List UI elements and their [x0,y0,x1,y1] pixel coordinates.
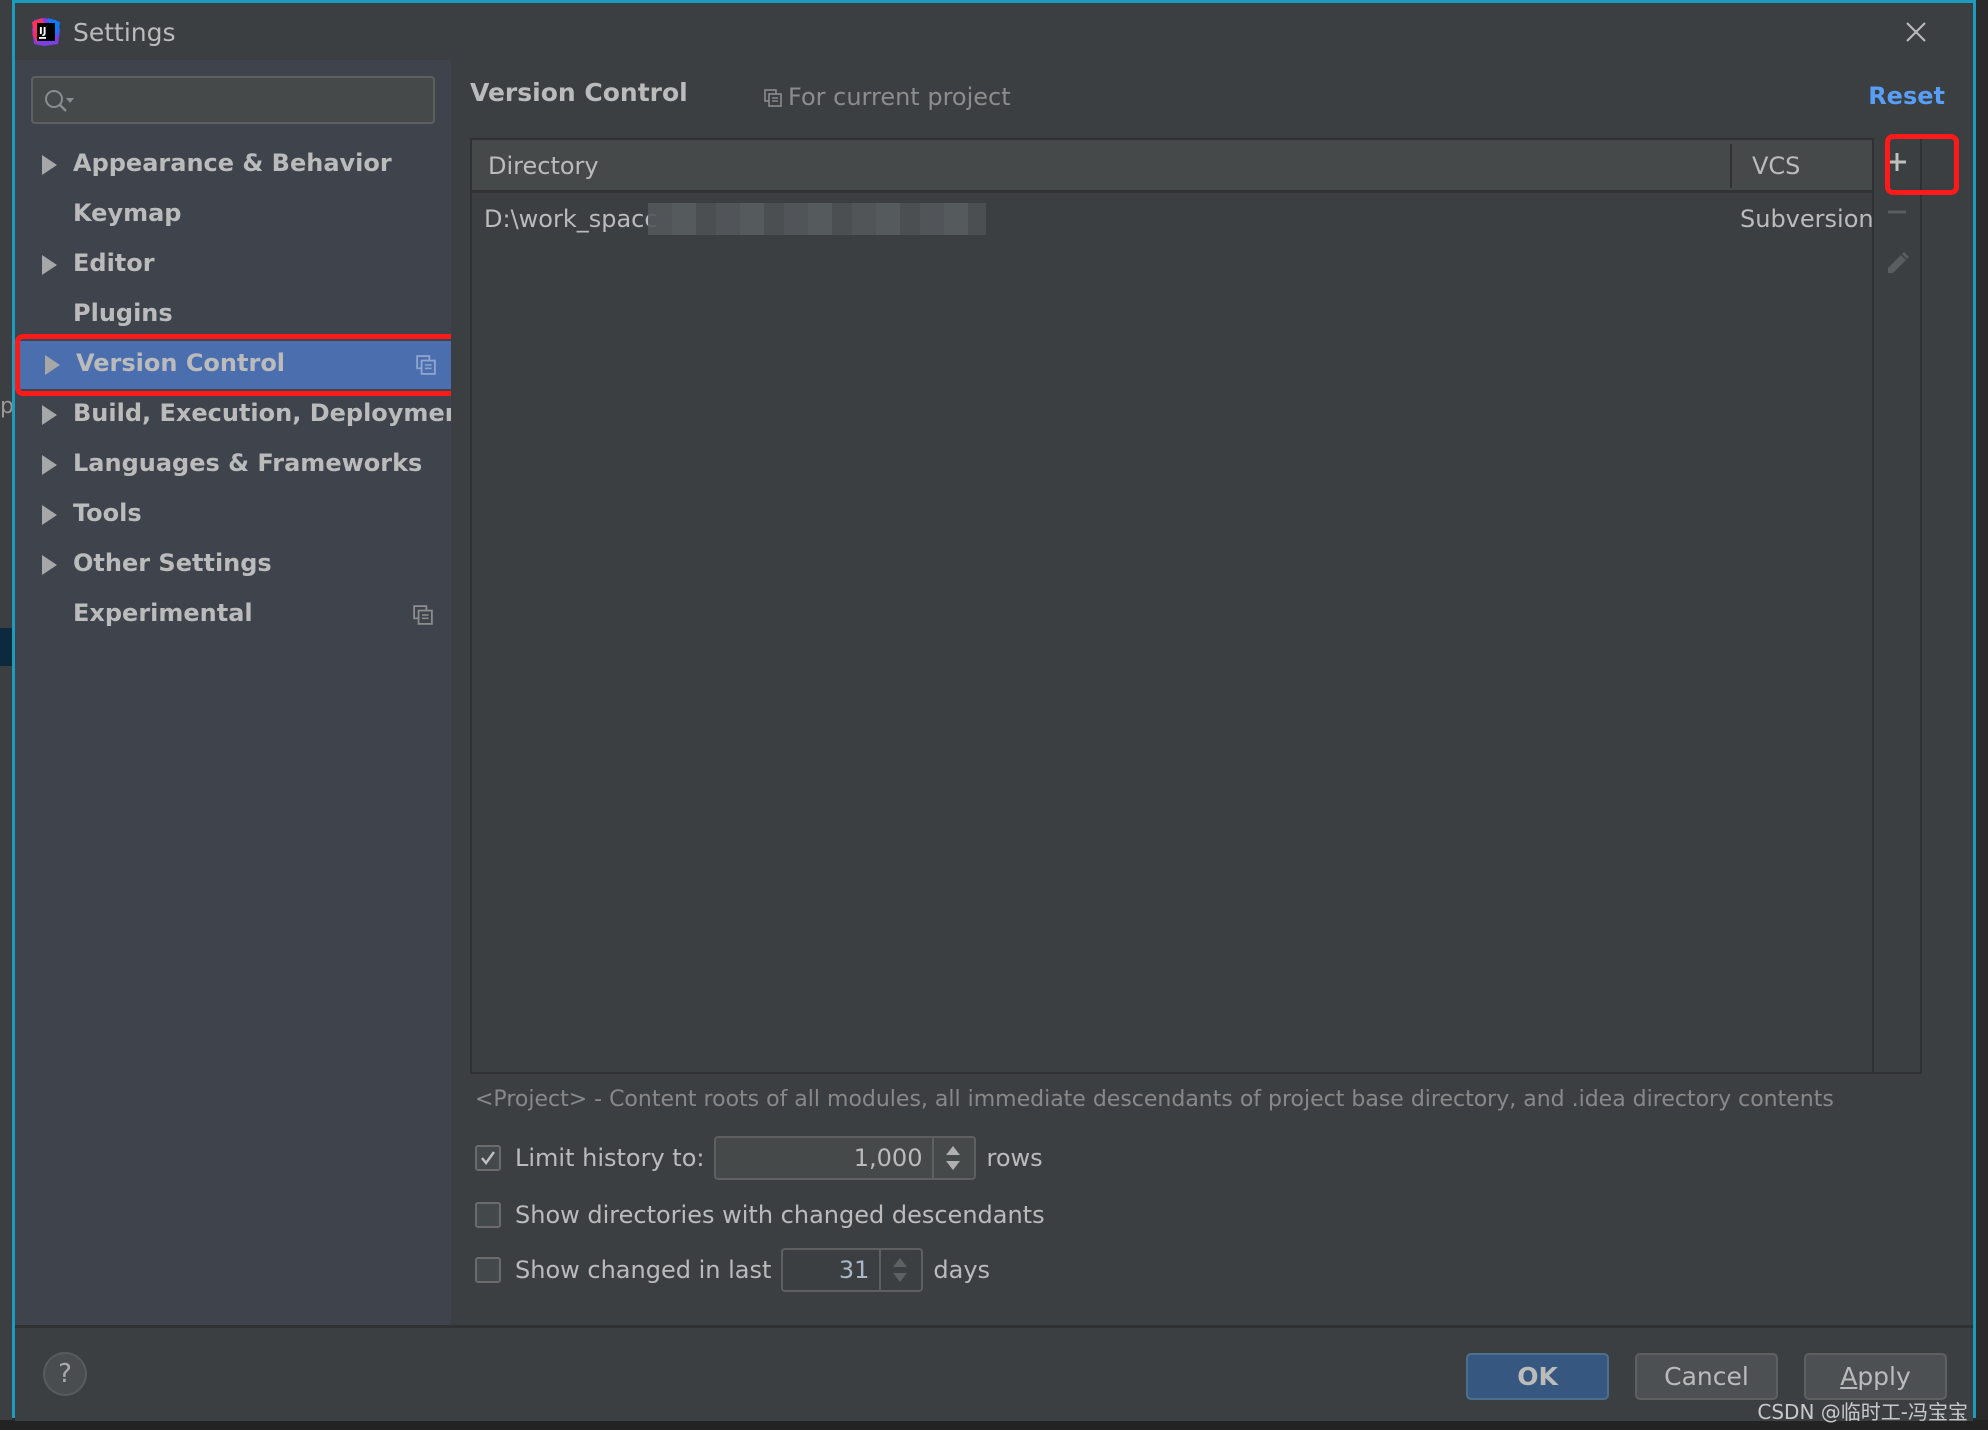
sidebar-item-label: Appearance & Behavior [73,149,392,177]
sidebar-item-appearance-behavior[interactable]: Appearance & Behavior [15,141,451,189]
background-selection [0,628,12,666]
cancel-button[interactable]: Cancel [1635,1353,1778,1400]
title-bar: IJ Settings [15,3,1973,60]
show-changed-spinner[interactable] [781,1248,924,1292]
intellij-idea-icon: IJ [32,18,60,46]
expand-arrow-icon[interactable] [45,355,60,375]
scope-indicator: For current project [764,83,1011,111]
limit-history-option: Limit history to: rows [475,1134,1043,1182]
show-changed-suffix: days [933,1256,991,1284]
expand-arrow-icon[interactable] [42,505,57,525]
sidebar-item-tools[interactable]: Tools [15,491,451,539]
project-scope-icon [764,89,782,107]
sidebar-item-label: Plugins [73,299,173,327]
sidebar-item-label: Languages & Frameworks [73,449,423,477]
column-header-vcs[interactable]: VCS [1752,152,1800,180]
up-down-arrows-icon [946,1146,961,1170]
column-header-directory[interactable]: Directory [488,152,599,180]
search-field[interactable] [31,76,435,124]
vcs-mappings-table: Directory VCS D:\work_spacc Subversion [470,138,1888,1074]
plus-icon [1888,153,1906,171]
table-header: Directory VCS [472,140,1886,193]
expand-arrow-icon[interactable] [42,555,57,575]
spinner-arrows[interactable] [932,1138,974,1178]
sidebar-item-keymap[interactable]: Keymap [15,191,451,239]
settings-sidebar: Appearance & Behavior Keymap Editor Plugins… [15,60,473,1325]
background-taskbar [0,1420,1988,1430]
settings-dialog: IJ Settings Appearance & Behavior Keymap E… [12,0,1976,1421]
sidebar-item-label: Build, Execution, Deployment [73,399,474,427]
project-note: <Project> - Content roots of all modules… [475,1087,1834,1112]
spinner-arrows[interactable] [879,1250,921,1290]
table-row[interactable]: D:\work_spacc Subversion [472,193,1886,243]
apply-label: pply [1857,1362,1911,1391]
up-down-arrows-icon [893,1258,908,1282]
expand-arrow-icon[interactable] [42,405,57,425]
pencil-icon [1888,252,1909,273]
dialog-footer: ? OK Cancel Apply [15,1325,1973,1421]
sidebar-item-other-settings[interactable]: Other Settings [15,541,451,589]
redacted-path [648,203,986,235]
expand-arrow-icon[interactable] [42,155,57,175]
expand-arrow-icon[interactable] [42,255,57,275]
sidebar-item-languages-frameworks[interactable]: Languages & Frameworks [15,441,451,489]
sidebar-item-build-execution-deployment[interactable]: Build, Execution, Deployment [15,391,473,439]
expand-arrow-icon[interactable] [42,455,57,475]
sidebar-item-label: Tools [73,499,142,527]
minus-icon [1888,210,1906,214]
show-changed-checkbox[interactable] [475,1257,501,1283]
sidebar-item-label: Experimental [73,599,253,627]
search-input[interactable] [83,84,427,118]
show-dirs-option: Show directories with changed descendant… [475,1191,1045,1239]
sidebar-item-label: Version Control [76,349,286,377]
question-icon: ? [58,1359,72,1389]
sidebar-item-version-control[interactable]: Version Control [18,341,451,389]
scope-label: For current project [788,83,1011,111]
table-toolbar [1872,138,1922,1074]
edit-mapping-button[interactable] [1874,240,1920,288]
reset-link[interactable]: Reset [1868,82,1945,110]
limit-history-suffix: rows [986,1144,1043,1172]
page-title: Version Control [470,78,688,107]
watermark: CSDN @临时工-冯宝宝 [1757,1400,1968,1424]
limit-history-input[interactable] [716,1138,935,1178]
sidebar-item-experimental[interactable]: Experimental [15,591,451,639]
ok-button[interactable]: OK [1466,1353,1609,1400]
help-button[interactable]: ? [43,1352,87,1396]
apply-button[interactable]: Apply [1804,1353,1947,1400]
show-changed-input[interactable] [783,1250,882,1290]
vcs-cell: Subversion [1740,205,1874,233]
project-scope-icon [416,355,436,375]
remove-mapping-button[interactable] [1874,188,1920,236]
show-changed-label: Show changed in last [515,1256,772,1284]
window-title: Settings [73,18,176,47]
checkmark-icon [481,1151,495,1165]
close-icon[interactable] [1901,17,1931,47]
limit-history-label: Limit history to: [515,1144,705,1172]
sidebar-item-label: Editor [73,249,155,277]
svg-text:IJ: IJ [39,26,46,37]
show-dirs-checkbox[interactable] [475,1202,501,1228]
directory-cell: D:\work_spacc [484,205,658,233]
version-control-panel: Version Control For current project Rese… [451,60,1973,1325]
apply-mnemonic: A [1840,1362,1858,1391]
add-mapping-button[interactable] [1874,138,1920,186]
show-dirs-label: Show directories with changed descendant… [515,1201,1045,1229]
project-scope-icon [413,605,433,625]
sidebar-item-plugins[interactable]: Plugins [15,291,451,339]
limit-history-checkbox[interactable] [475,1145,501,1171]
background-window: p [0,0,14,1430]
column-separator[interactable] [1730,144,1732,188]
sidebar-item-editor[interactable]: Editor [15,241,451,289]
search-icon[interactable] [43,88,79,114]
sidebar-item-label: Other Settings [73,549,272,577]
show-changed-option: Show changed in last days [475,1246,990,1294]
sidebar-item-label: Keymap [73,199,182,227]
limit-history-spinner[interactable] [714,1136,977,1180]
